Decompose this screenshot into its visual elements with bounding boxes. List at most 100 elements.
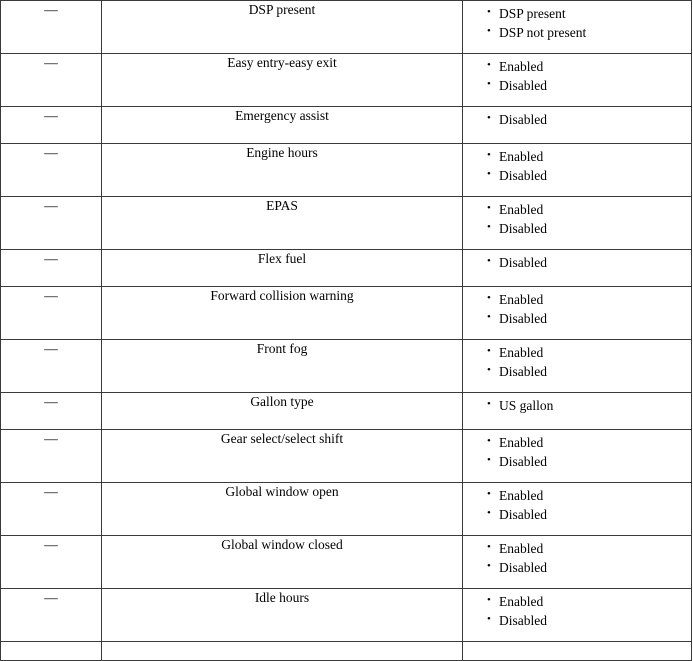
em-dash-icon: — [44, 251, 58, 266]
table-row: — Easy entry-easy exit EnabledDisabled [0, 53, 692, 107]
parameter-name-label: Global window closed [221, 537, 343, 552]
value-list: EnabledDisabled [463, 147, 691, 185]
parameter-name-cell: EPAS [101, 196, 463, 250]
table-row: —DSP presentDSP presentDSP not present [0, 0, 692, 54]
em-dash-icon: — [44, 484, 58, 499]
em-dash-icon: — [44, 108, 58, 123]
value-list-item: Disabled [487, 76, 691, 95]
parameter-name-cell: Engine hours [101, 143, 463, 197]
table-row: — Global window open EnabledDisabled [0, 482, 692, 536]
value-list: Disabled [463, 110, 691, 129]
row-marker-cell: — [0, 249, 102, 287]
row-marker-cell: — [0, 392, 102, 430]
value-list: EnabledDisabled [463, 290, 691, 328]
parameter-values-cell: EnabledDisabled [462, 588, 692, 642]
parameter-name-label: DSP present [248, 2, 316, 17]
value-list-item: Disabled [487, 309, 691, 328]
value-list-item: Enabled [487, 200, 691, 219]
parameter-name-cell: Global window open [101, 482, 463, 536]
row-marker-cell: — [0, 535, 102, 589]
table-row [0, 641, 692, 661]
specification-table: —DSP presentDSP presentDSP not present—E… [0, 0, 692, 661]
row-marker-cell: — [0, 429, 102, 483]
table-row: — Engine hours EnabledDisabled [0, 143, 692, 197]
parameter-name-cell: Flex fuel [101, 249, 463, 287]
table-row: — Idle hours EnabledDisabled [0, 588, 692, 642]
parameter-name-cell [101, 641, 463, 661]
table-row: — EPAS EnabledDisabled [0, 196, 692, 250]
value-list: EnabledDisabled [463, 539, 691, 577]
parameter-values-cell: EnabledDisabled [462, 143, 692, 197]
table-row: — Forward collision warning EnabledDisable… [0, 286, 692, 340]
parameter-name-label: Front fog [256, 341, 308, 356]
parameter-name-cell: Global window closed [101, 535, 463, 589]
value-list: Disabled [463, 253, 691, 272]
value-list-item: Enabled [487, 57, 691, 76]
table-row: — Emergency assist Disabled [0, 106, 692, 144]
parameter-name-label: Engine hours [246, 145, 318, 160]
table-row: — Front fog EnabledDisabled [0, 339, 692, 393]
parameter-name-cell: Front fog [101, 339, 463, 393]
parameter-values-cell: EnabledDisabled [462, 286, 692, 340]
em-dash-icon: — [44, 341, 58, 356]
value-list-item: DSP present [487, 4, 691, 23]
value-list-item: Disabled [487, 452, 691, 471]
parameter-name-label: Emergency assist [235, 108, 329, 123]
value-list-item: Enabled [487, 147, 691, 166]
value-list-item: Disabled [487, 253, 691, 272]
value-list-item: Enabled [487, 539, 691, 558]
parameter-name-label: Gear select/select shift [220, 431, 344, 446]
parameter-values-cell: EnabledDisabled [462, 535, 692, 589]
parameter-values-cell: Disabled [462, 249, 692, 287]
parameter-values-cell: EnabledDisabled [462, 482, 692, 536]
value-list-item: Enabled [487, 343, 691, 362]
value-list-item: DSP not present [487, 23, 691, 42]
value-list-item: Disabled [487, 362, 691, 381]
parameter-values-cell: DSP presentDSP not present [462, 0, 692, 54]
value-list-item: Disabled [487, 611, 691, 630]
parameter-name-label: Flex fuel [257, 251, 307, 266]
parameter-name-label: Global window open [225, 484, 339, 499]
value-list: DSP presentDSP not present [463, 4, 691, 42]
em-dash-icon: — [44, 145, 58, 160]
row-marker-cell: — [0, 482, 102, 536]
table-row: — Gear select/select shift EnabledDisabled [0, 429, 692, 483]
table-body: —DSP presentDSP presentDSP not present—E… [0, 0, 692, 661]
row-marker-cell: — [0, 106, 102, 144]
parameter-values-cell: EnabledDisabled [462, 196, 692, 250]
parameter-name-cell: Gear select/select shift [101, 429, 463, 483]
table-row: — Flex fuel Disabled [0, 249, 692, 287]
row-marker-cell: — [0, 286, 102, 340]
row-marker-cell: — [0, 339, 102, 393]
parameter-name-label: Forward collision warning [210, 288, 354, 303]
value-list-item: Disabled [487, 166, 691, 185]
value-list-item: Enabled [487, 486, 691, 505]
value-list: US gallon [463, 396, 691, 415]
parameter-name-cell: Idle hours [101, 588, 463, 642]
row-marker-cell: — [0, 53, 102, 107]
parameter-name-cell: DSP present [101, 0, 463, 54]
table-row: — Global window closed EnabledDisabled [0, 535, 692, 589]
parameter-name-label: EPAS [266, 198, 298, 213]
value-list-item: Disabled [487, 505, 691, 524]
em-dash-icon: — [44, 2, 58, 17]
em-dash-icon: — [44, 537, 58, 552]
parameter-values-cell: EnabledDisabled [462, 429, 692, 483]
em-dash-icon: — [44, 394, 58, 409]
row-marker-cell: — [0, 143, 102, 197]
parameter-values-cell: Disabled [462, 106, 692, 144]
parameter-name-label: Easy entry-easy exit [227, 55, 337, 70]
value-list: EnabledDisabled [463, 486, 691, 524]
em-dash-icon: — [44, 288, 58, 303]
value-list-item: Disabled [487, 558, 691, 577]
value-list-item: Enabled [487, 290, 691, 309]
parameter-values-cell: US gallon [462, 392, 692, 430]
value-list: EnabledDisabled [463, 200, 691, 238]
parameter-values-cell: EnabledDisabled [462, 339, 692, 393]
parameter-name-label: Gallon type [250, 394, 314, 409]
parameter-name-label: Idle hours [254, 590, 310, 605]
value-list-item: Disabled [487, 110, 691, 129]
row-marker-cell [0, 641, 102, 661]
value-list: EnabledDisabled [463, 592, 691, 630]
em-dash-icon: — [44, 431, 58, 446]
